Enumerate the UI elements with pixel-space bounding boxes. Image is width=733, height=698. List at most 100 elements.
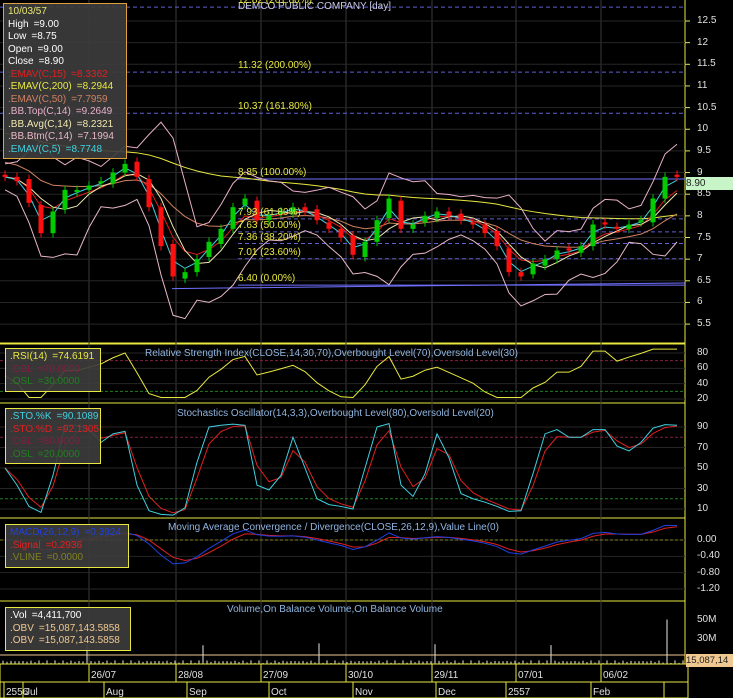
candle-up: [626, 224, 632, 229]
legend-value: =70.0000: [37, 363, 80, 375]
price-legend: 10/03/57 High =9.00 Low =8.75 Open =9.00 Close…: [3, 3, 127, 159]
price-tick-label: 8: [697, 209, 703, 221]
volume-tick-label: 50M: [697, 613, 717, 625]
legend-key: .OBV: [10, 622, 34, 634]
legend-row: .Signal =0.2936: [10, 540, 124, 553]
legend-row: .EMAV(C,15) =8.3362: [8, 69, 122, 82]
legend-key: .Signal: [10, 539, 41, 551]
legend-row: High =9.00: [8, 19, 122, 32]
candle-down: [158, 207, 164, 247]
legend-key: High: [8, 18, 29, 30]
candle-up: [434, 211, 440, 219]
legend-row: .OBV =15,087,143.5858: [10, 623, 126, 636]
legend-row: .OSL =30.0000: [10, 376, 96, 389]
candle-down: [14, 176, 20, 182]
legend-row: Low =8.75: [8, 31, 122, 44]
price-tick-label: 6.5: [697, 274, 711, 286]
candle-up: [230, 207, 236, 229]
fibonacci-label: 11.32 (200.00%): [238, 60, 312, 72]
legend-key: .EMAV(C,5): [8, 143, 61, 155]
fibonacci-label: 10.37 (161.80%): [238, 101, 312, 113]
fibonacci-label: 7.63 (50.00%): [238, 219, 301, 231]
legend-value: =92.1305: [57, 423, 100, 435]
volume-tick-label: 30M: [697, 632, 717, 644]
stochastic-tick-label: 90: [697, 421, 709, 432]
date-label: 26/07: [91, 670, 116, 681]
legend-value: =0.3924: [84, 527, 121, 538]
month-label: 2557: [508, 687, 531, 698]
candle-down: [614, 226, 620, 229]
legend-key: MACD(26,12,9): [10, 527, 80, 538]
obv-value-tag: 15,087,14: [686, 654, 733, 667]
legend-row: .BB.Top(C,14) =9.2649: [8, 106, 122, 119]
candle-down: [302, 207, 308, 212]
price-legend-rows: High =9.00 Low =8.75 Open =9.00 Close =8.90 .EMA…: [8, 19, 122, 157]
candle-up: [386, 198, 392, 219]
price-tick-label: 11.5: [697, 58, 716, 70]
macd-tick-label: -1.20: [697, 582, 720, 594]
rsi-tick-label: 40: [697, 377, 709, 389]
legend-value: =0.0000: [46, 552, 84, 563]
legend-key: .STO.%K: [10, 411, 52, 422]
legend-key: .OBV: [10, 635, 34, 646]
price-tick-label: 10: [697, 123, 709, 135]
month-label: Feb: [593, 687, 611, 698]
legend-key: .Vol: [10, 610, 27, 621]
rsi-legend: .RSI(14) =74.6191 .OBL =70.0000 .OSL =30.0000: [5, 348, 101, 392]
legend-value: =20.0000: [37, 448, 80, 460]
legend-row: .OSL =20.0000: [10, 449, 96, 462]
legend-key: .EMAV(C,200): [8, 81, 72, 92]
legend-value: =90.1089: [56, 411, 99, 422]
candle-up: [86, 185, 92, 190]
candle-down: [566, 248, 572, 251]
candle-up: [542, 259, 548, 266]
candle-up: [422, 215, 428, 223]
candle-down: [446, 211, 452, 216]
price-tick-label: 12.5: [697, 15, 717, 26]
price-tick-label: 5.5: [697, 318, 711, 330]
price-tick-label: 12: [697, 36, 709, 48]
legend-value: =8.3362: [71, 68, 108, 80]
candle-down: [518, 272, 524, 277]
legend-row: .BB.Btm(C,14) =7.1994: [8, 131, 122, 144]
legend-row: .EMAV(C,5) =8.7748: [8, 144, 122, 157]
candle-up: [650, 198, 656, 223]
month-label: Jul: [25, 687, 38, 698]
stochastic-tick-label: 50: [697, 462, 709, 473]
month-label: Oct: [271, 687, 287, 698]
legend-key: .BB.Avg(C,14): [8, 118, 72, 130]
volume-legend: .Vol =4,411,700 .OBV =15,087,143.5858 .OBV =1…: [5, 607, 131, 651]
candle-down: [398, 200, 404, 229]
legend-row: .BB.Avg(C,14) =8.2321: [8, 119, 122, 132]
volume-title: Volume,On Balance Volume,On Balance Volu…: [227, 604, 443, 615]
legend-key: .BB.Top(C,14): [8, 106, 71, 117]
ema15-line: [4, 174, 678, 262]
legend-row: Open =9.00: [8, 44, 122, 57]
legend-value: =9.00: [33, 18, 59, 30]
legend-value: =30.0000: [37, 376, 80, 387]
rsi-title: Relative Strength Index(CLOSE,14,30,70),…: [145, 348, 518, 359]
candle-up: [74, 189, 80, 193]
legend-key: .EMAV(C,50): [8, 93, 67, 105]
stochastic-tick-label: 10: [697, 503, 709, 514]
date-label: 07/01: [518, 670, 543, 681]
legend-row: .OBL =70.0000: [10, 364, 96, 377]
price-tick-label: 9.5: [697, 144, 711, 156]
legend-key: .EMAV(C,15): [8, 68, 67, 80]
ema5-line: [4, 167, 678, 273]
candle-down: [470, 222, 476, 225]
candle-down: [674, 174, 680, 177]
candle-down: [134, 161, 140, 177]
price-tick-label: 10.5: [697, 101, 717, 113]
date-label: 27/09: [263, 670, 288, 681]
price-tick-label: 7.5: [697, 231, 711, 243]
candle-up: [62, 189, 68, 210]
legend-value: =8.75: [31, 31, 57, 42]
candle-down: [146, 179, 152, 208]
legend-value: =4,411,700: [31, 610, 82, 621]
candle-up: [122, 163, 128, 173]
candle-up: [218, 228, 224, 244]
month-label: Aug: [106, 687, 124, 698]
candle-down: [326, 222, 332, 229]
rsi-tick-label: 20: [697, 393, 709, 404]
